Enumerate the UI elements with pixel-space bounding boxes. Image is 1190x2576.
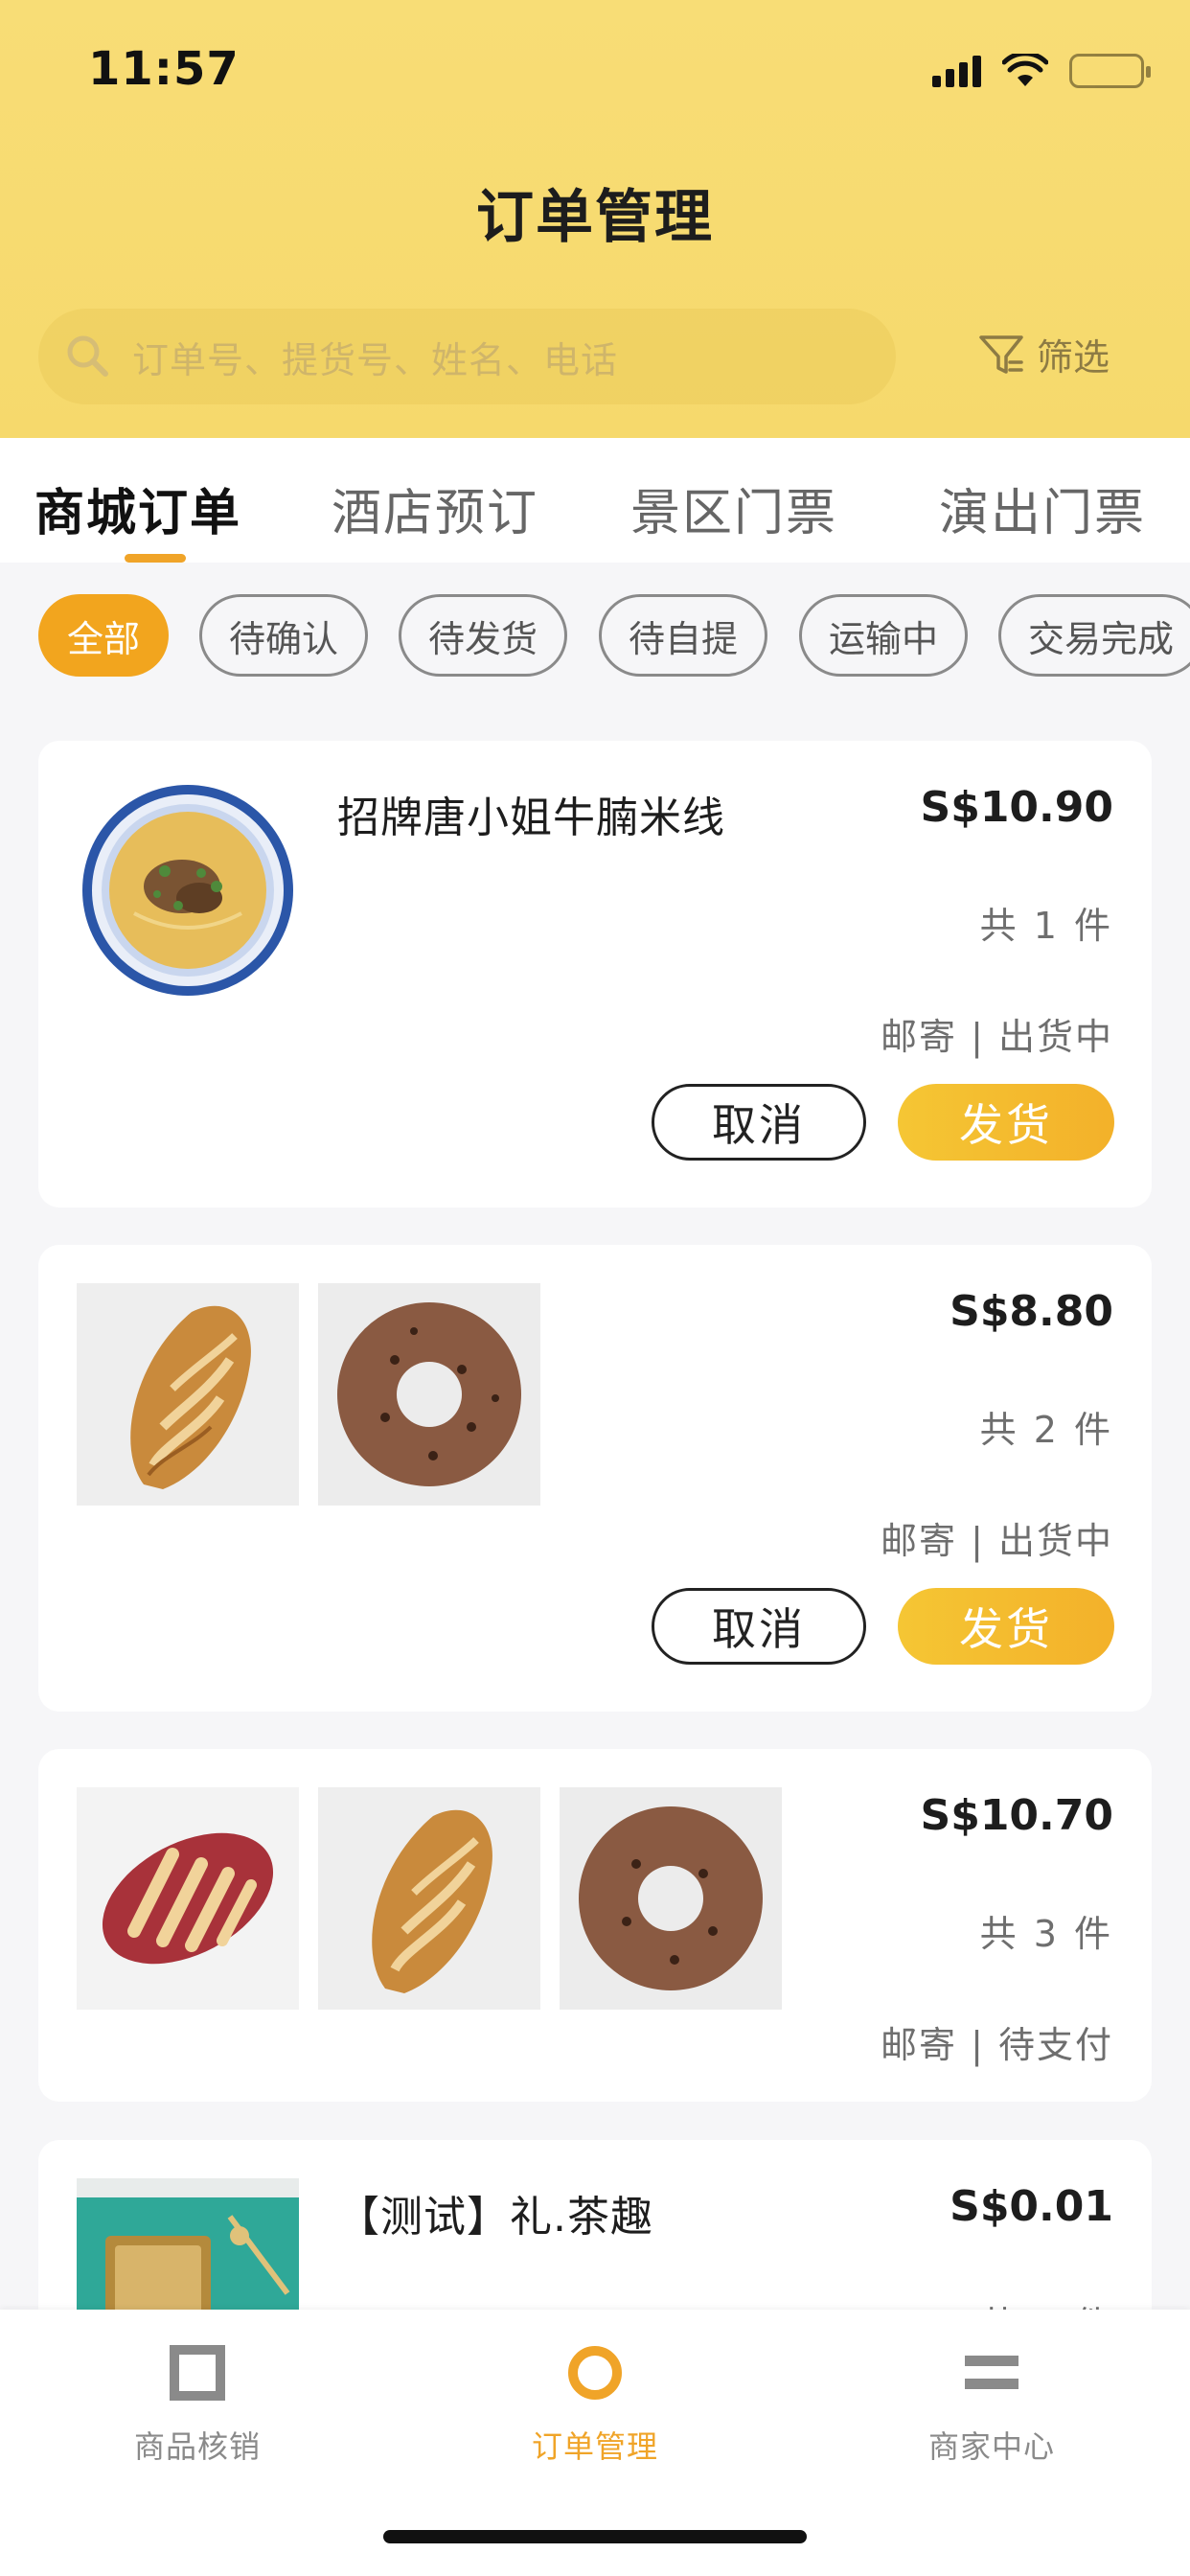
nav-label: 商家中心 bbox=[927, 2428, 1055, 2465]
order-status: 邮寄 | 待支付 bbox=[881, 2024, 1113, 2066]
battery-icon bbox=[1069, 54, 1151, 88]
order-quantity: 共 1 件 bbox=[979, 905, 1113, 947]
order-price: S$0.01 bbox=[950, 2182, 1113, 2231]
order-quantity: 共 3 件 bbox=[979, 1913, 1113, 1955]
tab-hotel-booking[interactable]: 酒店预订 bbox=[332, 472, 538, 544]
category-tabs: 商城订单 酒店预订 景区门票 演出门票 bbox=[0, 438, 1190, 563]
chip-pending-confirm[interactable]: 待确认 bbox=[199, 594, 368, 677]
search-icon bbox=[67, 335, 108, 377]
status-filter-chips: 全部 待确认 待发货 待自提 运输中 交易完成 bbox=[0, 594, 1190, 680]
search-placeholder: 订单号、提货号、姓名、电话 bbox=[132, 338, 619, 381]
order-price: S$10.90 bbox=[920, 783, 1113, 832]
cancel-button[interactable]: 取消 bbox=[652, 1588, 866, 1665]
circle-icon bbox=[568, 2346, 622, 2400]
order-status: 邮寄 | 出货中 bbox=[881, 1016, 1113, 1058]
filter-label: 筛选 bbox=[1037, 336, 1110, 379]
active-tab-indicator bbox=[125, 554, 186, 563]
donut-icon bbox=[318, 1283, 540, 1506]
tab-mall-orders[interactable]: 商城订单 bbox=[34, 472, 241, 544]
product-name: 【测试】礼.茶趣 bbox=[337, 2193, 653, 2242]
chip-pending-pickup[interactable]: 待自提 bbox=[599, 594, 767, 677]
order-status: 邮寄 | 出货中 bbox=[881, 1520, 1113, 1562]
nav-item-verify[interactable]: 商品核销 bbox=[82, 2344, 312, 2467]
search-input[interactable]: 订单号、提货号、姓名、电话 bbox=[38, 309, 896, 404]
page-title: 订单管理 bbox=[476, 184, 714, 251]
menu-bars-icon bbox=[965, 2356, 1018, 2389]
home-indicator bbox=[383, 2530, 807, 2543]
chip-all[interactable]: 全部 bbox=[38, 594, 169, 677]
donut-icon bbox=[560, 1787, 782, 2010]
order-card[interactable]: 招牌唐小姐牛腩米线 S$10.90 共 1 件 邮寄 | 出货中 取消 发货 bbox=[38, 741, 1152, 1208]
nav-item-merchant[interactable]: 商家中心 bbox=[877, 2344, 1107, 2467]
nav-label: 订单管理 bbox=[531, 2428, 658, 2465]
square-icon bbox=[170, 2345, 225, 2401]
chip-in-transit[interactable]: 运输中 bbox=[799, 594, 968, 677]
order-price: S$8.80 bbox=[950, 1287, 1113, 1336]
ship-button[interactable]: 发货 bbox=[898, 1084, 1114, 1161]
noodle-bowl-icon bbox=[77, 779, 299, 1001]
product-name: 招牌唐小姐牛腩米线 bbox=[337, 794, 725, 842]
chip-completed[interactable]: 交易完成 bbox=[998, 594, 1190, 677]
order-quantity: 共 2 件 bbox=[979, 1409, 1113, 1451]
red-bread-loaf-icon bbox=[77, 1787, 299, 2010]
tab-scenic-tickets[interactable]: 景区门票 bbox=[630, 472, 837, 544]
signal-icon bbox=[932, 55, 981, 87]
wifi-icon bbox=[1002, 54, 1048, 86]
nav-label: 商品核销 bbox=[133, 2428, 261, 2465]
chip-pending-ship[interactable]: 待发货 bbox=[399, 594, 567, 677]
status-time: 11:57 bbox=[88, 42, 240, 96]
order-card[interactable]: S$10.70 共 3 件 邮寄 | 待支付 bbox=[38, 1749, 1152, 2102]
cancel-button[interactable]: 取消 bbox=[652, 1084, 866, 1161]
order-card[interactable]: S$8.80 共 2 件 邮寄 | 出货中 取消 发货 bbox=[38, 1245, 1152, 1712]
filter-icon bbox=[979, 334, 1023, 374]
twisted-bread-icon bbox=[318, 1787, 540, 2010]
header: 11:57 订单管理 订单号、提货号、姓名、电话 筛选 bbox=[0, 0, 1190, 438]
status-icons bbox=[932, 54, 1151, 88]
filter-button[interactable]: 筛选 bbox=[977, 328, 1110, 380]
ship-button[interactable]: 发货 bbox=[898, 1588, 1114, 1665]
twisted-bread-icon bbox=[77, 1283, 299, 1506]
order-price: S$10.70 bbox=[920, 1791, 1113, 1840]
tab-show-tickets[interactable]: 演出门票 bbox=[939, 472, 1146, 544]
nav-item-orders[interactable]: 订单管理 bbox=[480, 2344, 710, 2467]
